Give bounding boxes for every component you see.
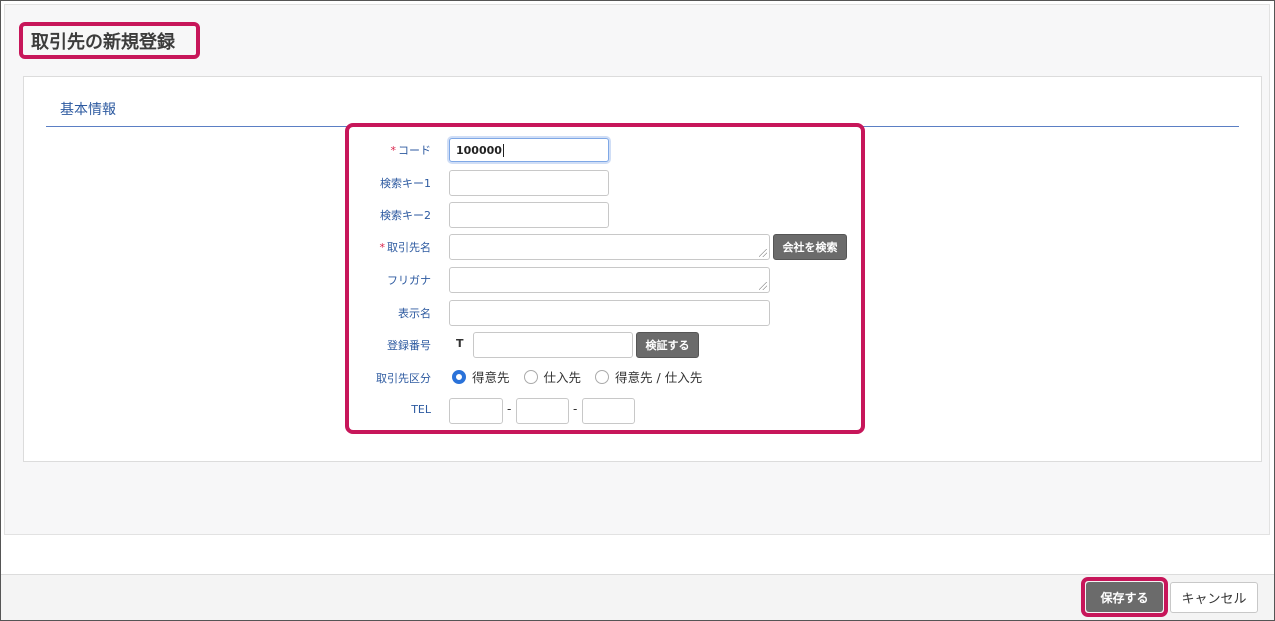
furigana-row: フリガナ <box>349 267 861 293</box>
cancel-button[interactable]: キャンセル <box>1170 582 1258 613</box>
tel-input-2[interactable] <box>516 398 569 424</box>
radio-customer-supplier[interactable]: 得意先 / 仕入先 <box>595 367 702 386</box>
search-key2-label: 検索キー2 <box>380 209 431 222</box>
partner-type-row: 取引先区分 得意先 仕入先 得意先 / 仕入先 <box>349 365 861 391</box>
radio-customer[interactable]: 得意先 <box>452 367 510 386</box>
partner-type-radio-group: 得意先 仕入先 得意先 / 仕入先 <box>452 367 716 386</box>
code-label-text: コード <box>398 144 431 157</box>
search-key1-label: 検索キー1 <box>380 177 431 190</box>
code-row: * コード 100000 <box>349 137 861 163</box>
partner-name-row: * 取引先名 会社を検索 <box>349 234 861 260</box>
registration-prefix: T <box>456 337 464 350</box>
tel-input-1[interactable] <box>449 398 503 424</box>
registration-number-label: 登録番号 <box>387 339 431 352</box>
registration-number-row: 登録番号 T 検証する <box>349 332 861 358</box>
partner-name-label-text: 取引先名 <box>387 241 431 254</box>
search-key2-row: 検索キー2 <box>349 202 861 228</box>
radio-customer-label: 得意先 <box>472 370 510 385</box>
display-name-row: 表示名 <box>349 300 861 326</box>
search-key1-row: 検索キー1 <box>349 170 861 196</box>
required-mark: * <box>379 241 386 254</box>
verify-button[interactable]: 検証する <box>636 332 699 358</box>
text-cursor <box>502 143 504 157</box>
radio-unchecked-icon[interactable] <box>595 369 610 384</box>
tel-separator: - <box>573 402 578 416</box>
save-button[interactable]: 保存する <box>1086 582 1163 612</box>
radio-unchecked-icon[interactable] <box>523 369 538 384</box>
save-button-highlight: 保存する <box>1081 577 1168 617</box>
radio-checked-icon[interactable] <box>452 369 466 384</box>
form-highlight-box: * コード 100000 検索キー1 検索キー2 * 取引先名 会社を検索 フリガナ… <box>345 123 865 434</box>
code-input-value: 100000 <box>456 143 502 157</box>
furigana-label: フリガナ <box>387 274 431 287</box>
tel-input-3[interactable] <box>582 398 635 424</box>
furigana-textarea[interactable] <box>449 267 770 293</box>
tel-label: TEL <box>411 403 431 416</box>
radio-supplier-label: 仕入先 <box>543 370 582 385</box>
partner-name-textarea[interactable] <box>449 234 770 260</box>
display-name-label: 表示名 <box>398 307 431 320</box>
radio-supplier[interactable]: 仕入先 <box>523 367 582 386</box>
search-key2-input[interactable] <box>449 202 609 228</box>
code-label: * コード <box>391 142 432 158</box>
resize-grip-icon[interactable] <box>759 282 767 290</box>
page-title-highlight: 取引先の新規登録 <box>19 22 200 59</box>
resize-grip-icon[interactable] <box>759 249 767 257</box>
search-company-button[interactable]: 会社を検索 <box>773 234 847 260</box>
page-title: 取引先の新規登録 <box>31 31 175 53</box>
radio-customer-supplier-label: 得意先 / 仕入先 <box>615 370 703 385</box>
code-input[interactable]: 100000 <box>449 138 609 162</box>
tel-row: TEL - - <box>349 398 861 424</box>
search-key1-input[interactable] <box>449 170 609 196</box>
partner-name-label: * 取引先名 <box>380 239 432 255</box>
tel-separator: - <box>507 402 512 416</box>
display-name-input[interactable] <box>449 300 770 326</box>
section-title: 基本情報 <box>60 102 116 118</box>
partner-type-label: 取引先区分 <box>376 372 431 385</box>
required-mark: * <box>390 144 397 157</box>
registration-number-input[interactable] <box>473 332 633 358</box>
